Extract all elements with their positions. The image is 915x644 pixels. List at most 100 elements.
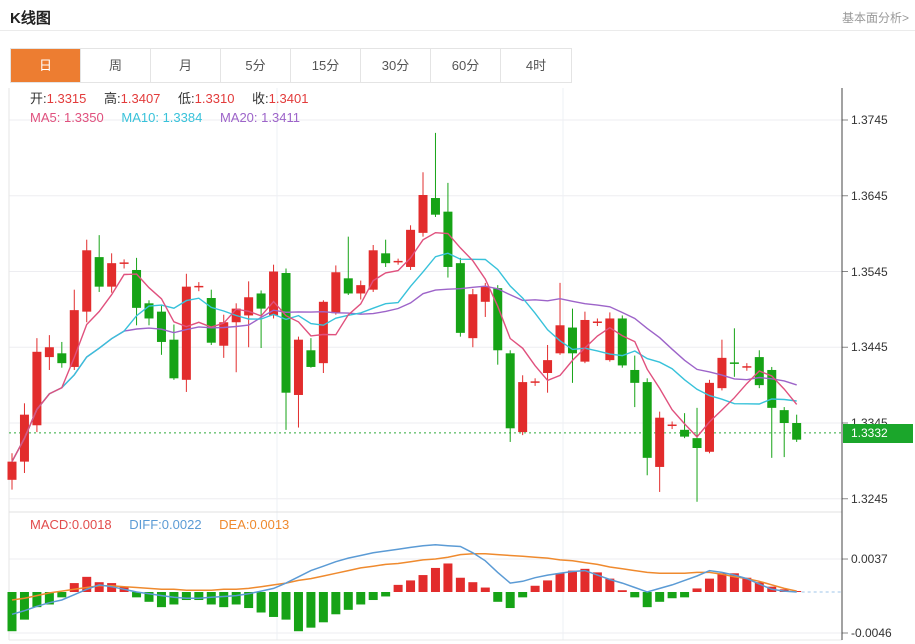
candle-body bbox=[556, 325, 565, 353]
macd-hist-bar bbox=[406, 580, 415, 592]
low-label: 低: bbox=[178, 91, 195, 106]
ma10-label: MA10: bbox=[121, 110, 159, 125]
ma5-item: MA5: 1.3350 bbox=[30, 110, 104, 125]
dea-item: DEA:0.0013 bbox=[219, 517, 289, 532]
candle-body bbox=[543, 360, 552, 373]
ma10-line bbox=[12, 253, 797, 461]
tab-week[interactable]: 周 bbox=[81, 49, 151, 82]
fundamental-analysis-link[interactable]: 基本面分析> bbox=[842, 9, 909, 26]
high-value: 1.3407 bbox=[121, 91, 161, 106]
candle-body bbox=[32, 352, 41, 425]
macd-hist-bar bbox=[618, 590, 627, 592]
macd-hist-bar bbox=[668, 592, 677, 598]
diff-line bbox=[12, 545, 797, 615]
macd-hist-bar bbox=[419, 575, 428, 592]
candle-body bbox=[668, 425, 677, 427]
tab-5min[interactable]: 5分 bbox=[221, 49, 291, 82]
macd-hist-bar bbox=[219, 592, 228, 607]
candle-body bbox=[680, 430, 689, 437]
macd-legend: MACD:0.0018 DIFF:0.0022 DEA:0.0013 bbox=[30, 517, 303, 532]
candle-body bbox=[394, 261, 403, 263]
candle-body bbox=[257, 293, 266, 308]
macd-axis-label: 0.0037 bbox=[851, 552, 888, 566]
tab-60min[interactable]: 60分 bbox=[431, 49, 501, 82]
macd-hist-bar bbox=[282, 592, 291, 620]
macd-hist-bar bbox=[8, 592, 17, 631]
macd-hist-bar bbox=[630, 592, 639, 597]
macd-hist-bar bbox=[331, 592, 340, 614]
tab-30min[interactable]: 30分 bbox=[361, 49, 431, 82]
candle-body bbox=[269, 272, 278, 316]
candle-body bbox=[381, 253, 390, 263]
ma20-value: 1.3411 bbox=[261, 110, 300, 125]
candle-body bbox=[531, 381, 540, 383]
candle-body bbox=[493, 288, 502, 350]
candle-body bbox=[82, 250, 91, 311]
macd-hist-bar bbox=[157, 592, 166, 607]
candle-body bbox=[717, 358, 726, 388]
macd-hist-bar bbox=[431, 568, 440, 592]
macd-hist-bar bbox=[319, 592, 328, 622]
dea-label: DEA: bbox=[219, 517, 249, 532]
macd-hist-bar bbox=[356, 592, 365, 604]
candle-body bbox=[481, 287, 490, 302]
candle-body bbox=[506, 353, 515, 428]
candle-body bbox=[630, 370, 639, 383]
candle-body bbox=[518, 382, 527, 432]
macd-hist-bar bbox=[543, 580, 552, 592]
candle-body bbox=[8, 462, 17, 480]
widget-header: K线图 基本面分析> bbox=[0, 0, 915, 31]
ma5-label: MA5: bbox=[30, 110, 60, 125]
candle-body bbox=[693, 438, 702, 448]
macd-hist-bar bbox=[643, 592, 652, 607]
tab-month[interactable]: 月 bbox=[151, 49, 221, 82]
macd-label: MACD: bbox=[30, 517, 72, 532]
macd-hist-bar bbox=[493, 592, 502, 602]
tab-15min[interactable]: 15分 bbox=[291, 49, 361, 82]
candle-body bbox=[331, 272, 340, 313]
macd-hist-bar bbox=[481, 588, 490, 592]
candle-body bbox=[157, 312, 166, 342]
ma10-item: MA10: 1.3384 bbox=[121, 110, 202, 125]
candle-body bbox=[419, 195, 428, 233]
candle-body bbox=[643, 382, 652, 458]
candle-body bbox=[169, 340, 178, 379]
page-title: K线图 bbox=[10, 7, 51, 28]
low-value: 1.3310 bbox=[195, 91, 235, 106]
macd-hist-bar bbox=[344, 592, 353, 610]
macd-hist-bar bbox=[306, 592, 315, 628]
candle-body bbox=[95, 257, 104, 287]
open-value: 1.3315 bbox=[47, 91, 87, 106]
candle-body bbox=[456, 263, 465, 333]
macd-item: MACD:0.0018 bbox=[30, 517, 112, 532]
open-label: 开: bbox=[30, 91, 47, 106]
y-axis-label: 1.3745 bbox=[851, 113, 888, 127]
diff-value: 0.0022 bbox=[162, 517, 202, 532]
high-label: 高: bbox=[104, 91, 121, 106]
macd-hist-bar bbox=[95, 582, 104, 592]
candle-body bbox=[132, 270, 141, 308]
candle-body bbox=[344, 278, 353, 293]
macd-hist-bar bbox=[518, 592, 527, 597]
macd-hist-bar bbox=[57, 592, 66, 597]
candle-body bbox=[792, 423, 801, 440]
open-item: 开:1.3315 bbox=[30, 91, 86, 106]
macd-hist-bar bbox=[693, 588, 702, 592]
ohlc-ma-legend: 开:1.3315 高:1.3407 低:1.3310 收:1.3401 MA5:… bbox=[30, 89, 322, 127]
macd-hist-bar bbox=[394, 585, 403, 592]
macd-hist-bar bbox=[531, 586, 540, 592]
tab-4hour[interactable]: 4时 bbox=[501, 49, 571, 82]
macd-hist-bar bbox=[269, 592, 278, 617]
macd-hist-bar bbox=[680, 592, 689, 597]
macd-hist-bar bbox=[443, 563, 452, 592]
close-item: 收:1.3401 bbox=[252, 91, 308, 106]
y-axis-label: 1.3445 bbox=[851, 340, 888, 354]
ma20-label: MA20: bbox=[220, 110, 258, 125]
tab-day[interactable]: 日 bbox=[11, 49, 81, 82]
y-axis-label: 1.3545 bbox=[851, 265, 888, 279]
y-axis-label: 1.3245 bbox=[851, 492, 888, 506]
macd-hist-bar bbox=[294, 592, 303, 631]
ohlc-legend-row: 开:1.3315 高:1.3407 低:1.3310 收:1.3401 bbox=[30, 89, 322, 108]
candle-body bbox=[120, 262, 129, 264]
current-price-badge: 1.3332 bbox=[843, 424, 913, 443]
